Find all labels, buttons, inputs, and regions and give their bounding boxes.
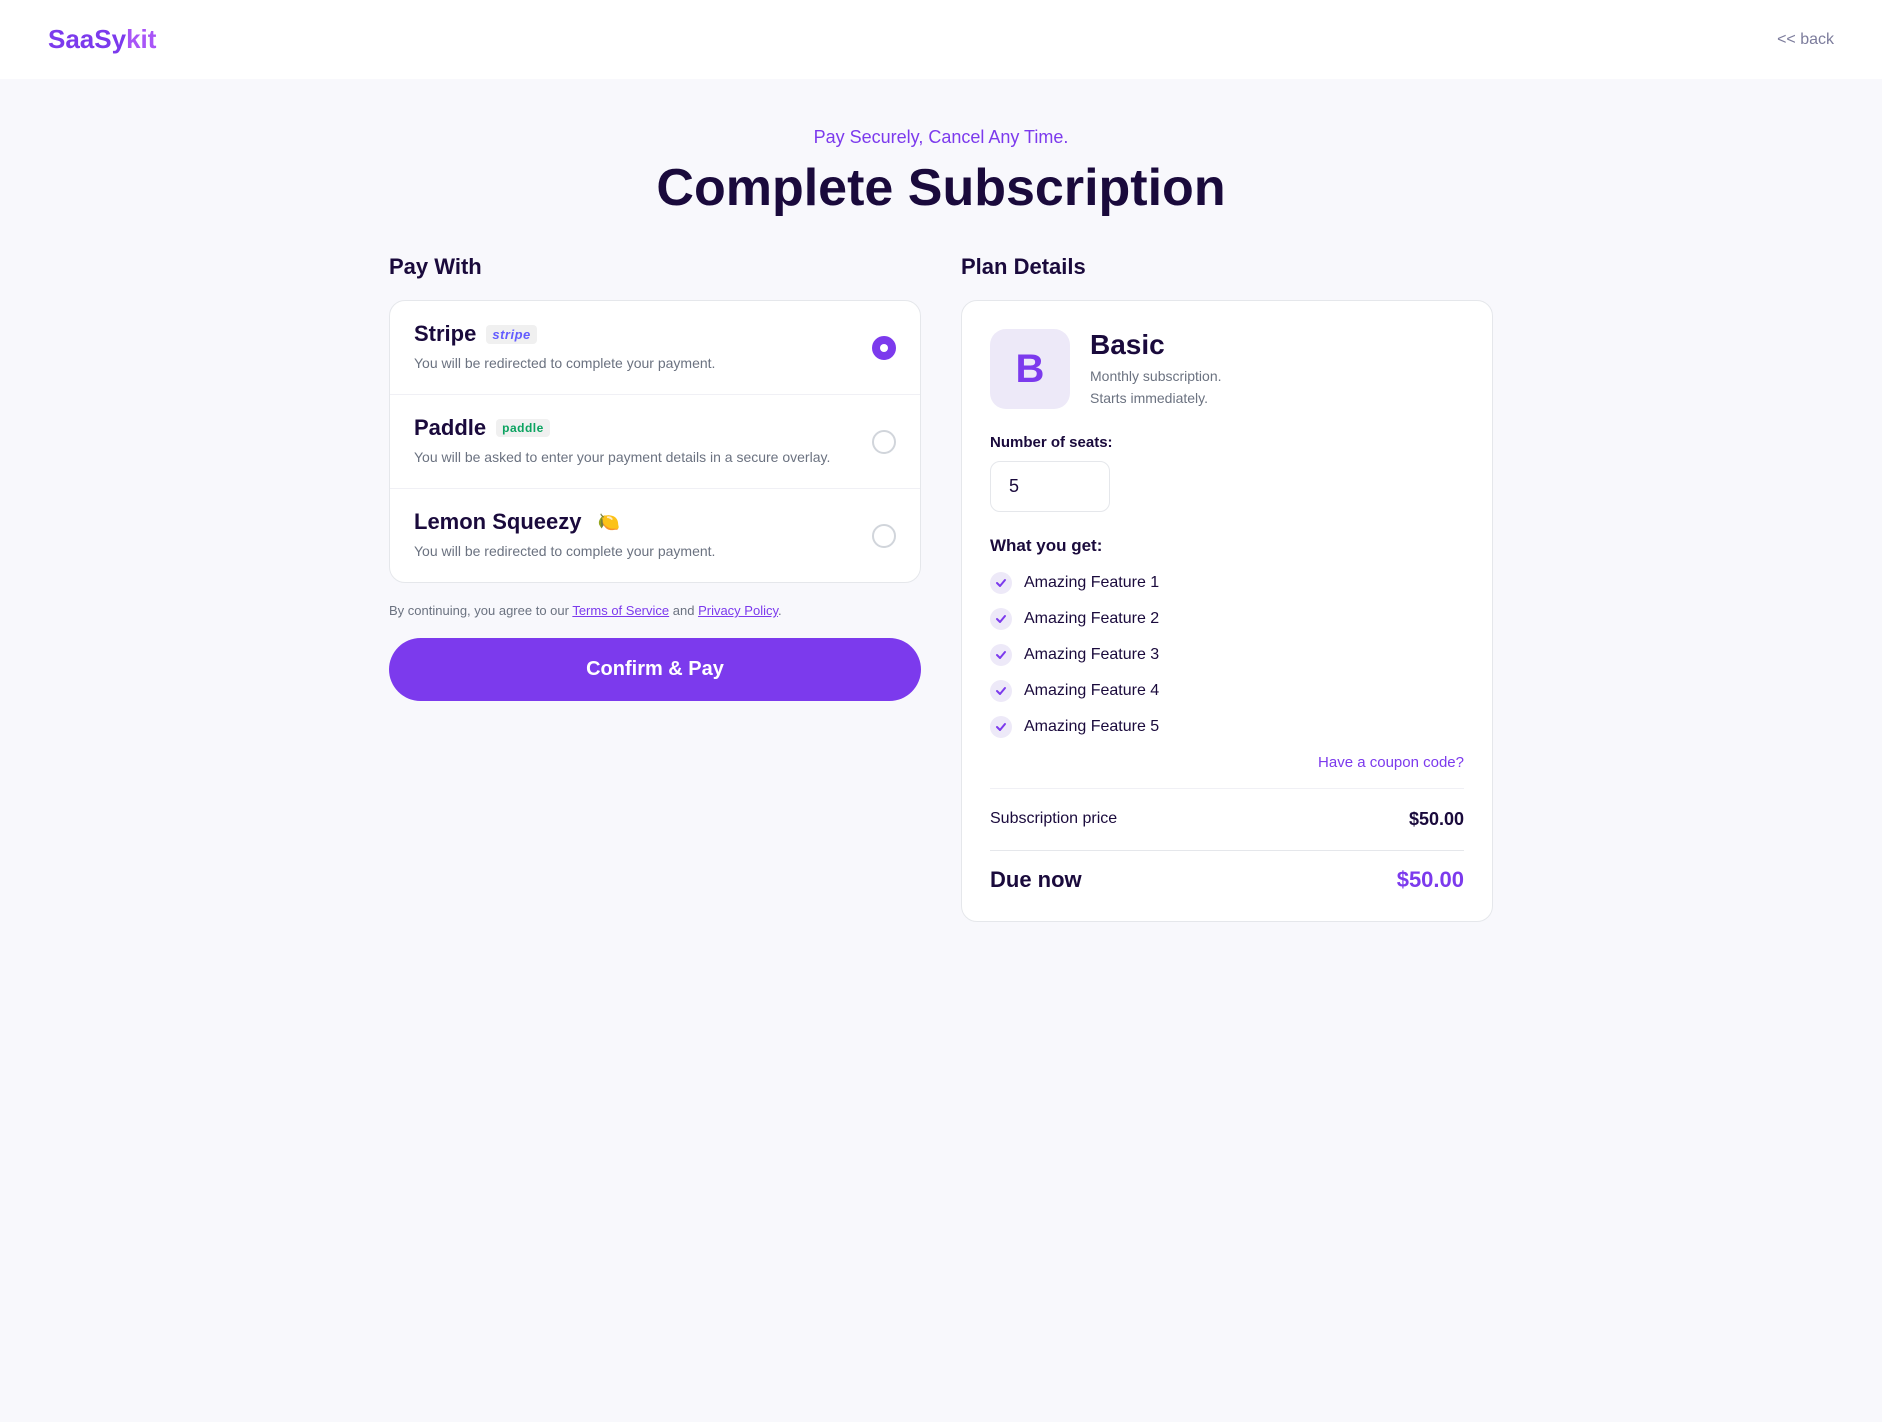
stripe-option[interactable]: Stripe stripe You will be redirected to … [390,301,920,395]
pay-with-panel: Pay With Stripe stripe You will be redir… [389,254,921,922]
main-content: Pay With Stripe stripe You will be redir… [341,254,1541,982]
subscription-price-value: $50.00 [1409,809,1464,830]
seats-label: Number of seats: [990,434,1464,451]
hero-title: Complete Subscription [24,158,1858,218]
feature-item-2: Amazing Feature 2 [990,608,1464,630]
logo-prefix: SaaSy [48,24,126,54]
paddle-radio[interactable] [872,430,896,454]
check-icon-3 [990,644,1012,666]
feature-item-1: Amazing Feature 1 [990,572,1464,594]
subscription-price-row: Subscription price $50.00 [990,788,1464,850]
lemon-info: Lemon Squeezy 🍋 You will be redirected t… [414,509,872,562]
stripe-radio[interactable] [872,336,896,360]
plan-icon: B [990,329,1070,409]
lemon-name: Lemon Squeezy 🍋 [414,509,872,535]
paddle-badge: paddle [496,419,550,437]
stripe-desc: You will be redirected to complete your … [414,353,872,374]
feature-text-2: Amazing Feature 2 [1024,610,1159,628]
lemon-radio[interactable] [872,524,896,548]
stripe-info: Stripe stripe You will be redirected to … [414,321,872,374]
due-value: $50.00 [1397,867,1464,893]
paddle-info: Paddle paddle You will be asked to enter… [414,415,872,468]
plan-info: Basic Monthly subscription. Starts immed… [1090,329,1222,410]
lemon-badge: 🍋 [591,510,626,535]
pay-with-title: Pay With [389,254,921,280]
stripe-badge: stripe [486,325,536,344]
due-label: Due now [990,867,1082,893]
feature-text-1: Amazing Feature 1 [1024,574,1159,592]
feature-item-5: Amazing Feature 5 [990,716,1464,738]
feature-text-5: Amazing Feature 5 [1024,718,1159,736]
plan-details-title: Plan Details [961,254,1493,280]
plan-details-panel: Plan Details B Basic Monthly subscriptio… [961,254,1493,922]
plan-header: B Basic Monthly subscription. Starts imm… [990,329,1464,410]
feature-item-4: Amazing Feature 4 [990,680,1464,702]
lemon-desc: You will be redirected to complete your … [414,541,872,562]
plan-description: Monthly subscription. Starts immediately… [1090,365,1222,410]
paddle-option[interactable]: Paddle paddle You will be asked to enter… [390,395,920,489]
feature-text-4: Amazing Feature 4 [1024,682,1159,700]
hero-subtitle: Pay Securely, Cancel Any Time. [24,127,1858,148]
plan-name: Basic [1090,329,1222,361]
terms-of-service-link[interactable]: Terms of Service [572,603,669,618]
logo-suffix: kit [126,24,156,54]
features-title: What you get: [990,536,1464,556]
check-icon-4 [990,680,1012,702]
coupon-link[interactable]: Have a coupon code? [1318,754,1464,771]
feature-text-3: Amazing Feature 3 [1024,646,1159,664]
seats-input[interactable] [990,461,1110,512]
back-link[interactable]: << back [1777,31,1834,49]
features-list: Amazing Feature 1 Amazing Feature 2 [990,572,1464,738]
stripe-name: Stripe stripe [414,321,872,347]
plan-card: B Basic Monthly subscription. Starts imm… [961,300,1493,922]
logo: SaaSykit [48,24,156,55]
confirm-pay-button[interactable]: Confirm & Pay [389,638,921,701]
due-row: Due now $50.00 [990,850,1464,893]
paddle-name: Paddle paddle [414,415,872,441]
terms-text: By continuing, you agree to our Terms of… [389,603,921,618]
check-icon-5 [990,716,1012,738]
privacy-policy-link[interactable]: Privacy Policy [698,603,778,618]
feature-item-3: Amazing Feature 3 [990,644,1464,666]
paddle-desc: You will be asked to enter your payment … [414,447,872,468]
coupon-link-container: Have a coupon code? [990,754,1464,772]
payment-options-card: Stripe stripe You will be redirected to … [389,300,921,583]
lemon-option[interactable]: Lemon Squeezy 🍋 You will be redirected t… [390,489,920,582]
check-icon-2 [990,608,1012,630]
subscription-price-label: Subscription price [990,810,1117,828]
check-icon-1 [990,572,1012,594]
header: SaaSykit << back [0,0,1882,79]
hero-section: Pay Securely, Cancel Any Time. Complete … [0,79,1882,254]
